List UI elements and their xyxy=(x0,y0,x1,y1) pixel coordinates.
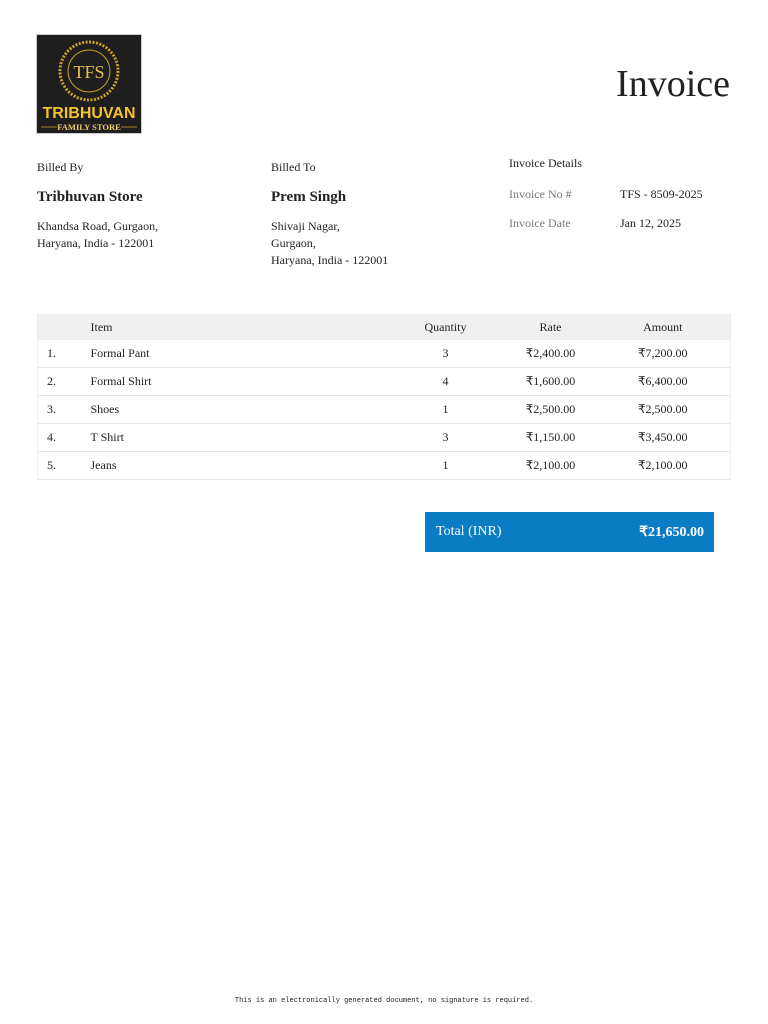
row-amount: ₹7,200.00 xyxy=(595,339,731,368)
address-line: Haryana, India - 122001 xyxy=(271,253,389,267)
store-logo: TFS TRIBHUVAN FAMILY STORE xyxy=(36,34,142,134)
row-amount: ₹2,100.00 xyxy=(595,451,731,480)
invoice-date-label: Invoice Date xyxy=(509,216,571,230)
row-rate: ₹2,500.00 xyxy=(505,395,596,424)
row-index: 5. xyxy=(37,451,88,480)
row-quantity: 4 xyxy=(385,367,506,396)
address-line: Gurgaon, xyxy=(271,236,316,250)
table-row: 5. Jeans 1 ₹2,100.00 ₹2,100.00 xyxy=(37,451,731,480)
invoice-date: Jan 12, 2025 xyxy=(620,216,681,230)
billed-by-label: Billed By xyxy=(37,160,84,174)
row-index: 1. xyxy=(37,339,88,368)
col-index xyxy=(37,314,88,340)
row-item: Jeans xyxy=(87,451,386,480)
invoice-details: Invoice Details Invoice No # TFS - 8509-2… xyxy=(509,156,703,231)
row-index: 2. xyxy=(37,367,88,396)
items-table: Item Quantity Rate Amount 1. Formal Pant 3… xyxy=(37,314,731,480)
row-item: Formal Shirt xyxy=(87,367,386,396)
row-quantity: 1 xyxy=(385,451,506,480)
footer-note: This is an electronically generated docu… xyxy=(234,997,534,1005)
logo-brand: TRIBHUVAN xyxy=(42,105,135,122)
logo-monogram: TFS xyxy=(73,62,104,82)
table-row: 2. Formal Shirt 4 ₹1,600.00 ₹6,400.00 xyxy=(37,367,731,396)
table-header: Item Quantity Rate Amount xyxy=(37,314,731,340)
row-item: Formal Pant xyxy=(87,339,386,368)
row-item: T Shirt xyxy=(87,423,386,452)
logo-tagline: FAMILY STORE xyxy=(57,122,121,132)
row-rate: ₹1,150.00 xyxy=(505,423,596,452)
row-quantity: 1 xyxy=(385,395,506,424)
invoice-no: TFS - 8509-2025 xyxy=(620,187,703,201)
total-value: ₹21,650.00 xyxy=(639,524,704,540)
row-index: 4. xyxy=(37,423,88,452)
row-amount: ₹3,450.00 xyxy=(595,423,731,452)
col-rate: Rate xyxy=(505,314,596,340)
page-title: Invoice xyxy=(616,63,730,105)
table-row: 3. Shoes 1 ₹2,500.00 ₹2,500.00 xyxy=(37,395,731,424)
row-index: 3. xyxy=(37,395,88,424)
billed-to: Billed To Prem Singh Shivaji Nagar, Gurga… xyxy=(271,160,388,269)
col-item: Item xyxy=(87,314,386,340)
row-rate: ₹2,100.00 xyxy=(505,451,596,480)
col-quantity: Quantity xyxy=(385,314,506,340)
billed-by-name: Tribhuvan Store xyxy=(37,189,143,205)
total-label: Total (INR) xyxy=(436,524,502,539)
address-line: Khandsa Road, Gurgaon, xyxy=(37,219,159,233)
address-line: Shivaji Nagar, xyxy=(271,219,340,233)
row-rate: ₹2,400.00 xyxy=(505,339,596,368)
row-rate: ₹1,600.00 xyxy=(505,367,596,396)
billed-to-label: Billed To xyxy=(271,160,316,174)
table-row: 1. Formal Pant 3 ₹2,400.00 ₹7,200.00 xyxy=(37,339,731,368)
invoice-no-label: Invoice No # xyxy=(509,187,572,201)
row-quantity: 3 xyxy=(385,423,506,452)
billed-by: Billed By Tribhuvan Store Khandsa Road, … xyxy=(37,160,158,252)
address-line: Haryana, India - 122001 xyxy=(37,236,155,250)
invoice-details-label: Invoice Details xyxy=(509,156,582,170)
total-bar: Total (INR) ₹21,650.00 xyxy=(425,512,714,552)
row-amount: ₹2,500.00 xyxy=(595,395,731,424)
billed-to-name: Prem Singh xyxy=(271,189,347,205)
row-quantity: 3 xyxy=(385,339,506,368)
col-amount: Amount xyxy=(595,314,731,340)
row-item: Shoes xyxy=(87,395,386,424)
row-amount: ₹6,400.00 xyxy=(595,367,731,396)
table-row: 4. T Shirt 3 ₹1,150.00 ₹3,450.00 xyxy=(37,423,731,452)
